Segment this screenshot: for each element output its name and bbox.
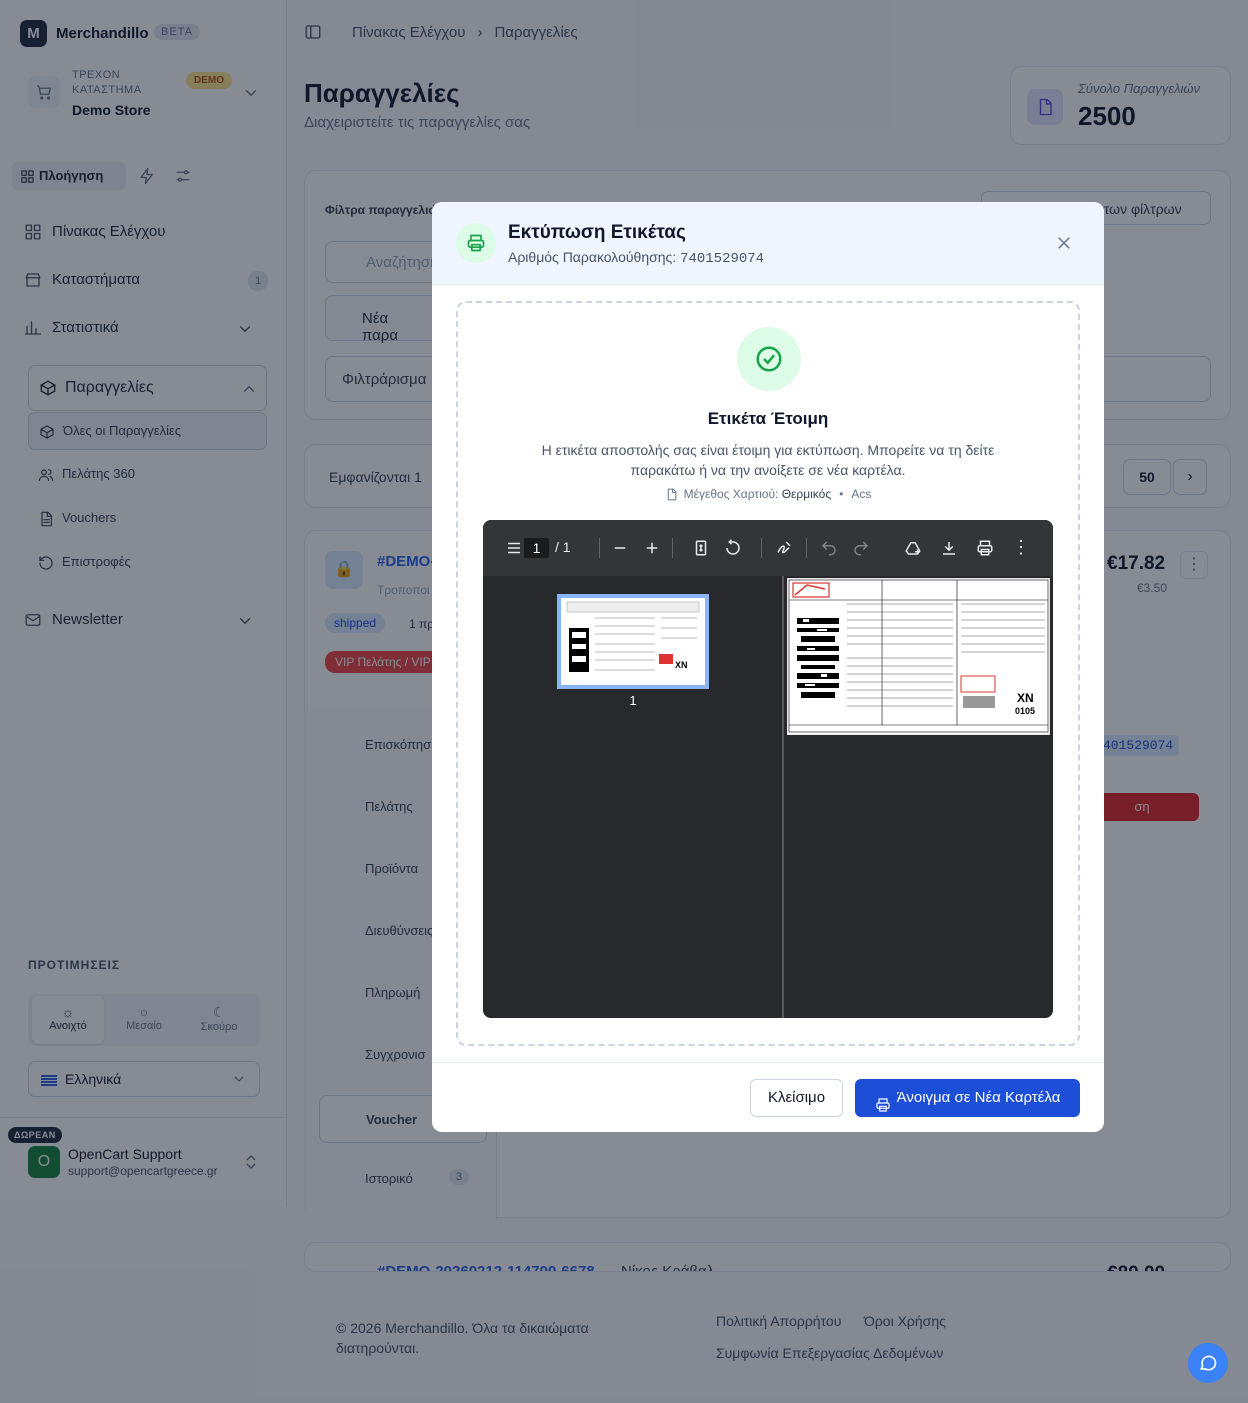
pdf-viewer[interactable]: 1 / 1 ⋮ XN 1 XN 0105	[483, 520, 1053, 1018]
svg-text:0105: 0105	[1015, 706, 1035, 716]
menu-icon[interactable]	[505, 539, 523, 557]
paper-size-label: Μέγεθος Χαρτιού:	[683, 487, 779, 501]
svg-text:XN: XN	[675, 660, 688, 670]
dialog-header: Εκτύπωση Ετικέτας Αριθμός Παρακολούθησης…	[432, 202, 1104, 285]
chat-button[interactable]	[1188, 1343, 1228, 1383]
tracking-label: Αριθμός Παρακολούθησης:	[508, 249, 677, 265]
print-icon[interactable]	[976, 539, 994, 557]
thumbnail-image: XN	[561, 598, 705, 685]
pdf-thumbnails: XN 1	[483, 576, 783, 1018]
ready-title: Ετικέτα Έτοιμη	[707, 409, 829, 428]
zoom-in-icon[interactable]	[643, 539, 661, 557]
printer-icon	[456, 223, 496, 263]
download-icon[interactable]	[940, 539, 958, 557]
open-new-tab-label: Άνοιγμα σε Νέα Καρτέλα	[896, 1089, 1061, 1106]
annotate-icon[interactable]	[775, 539, 793, 557]
thumbnail-page-number: 1	[629, 693, 637, 708]
undo-icon[interactable]	[820, 539, 838, 557]
carrier-name: Acs	[851, 487, 872, 501]
svg-text:XN: XN	[1017, 691, 1034, 705]
label-ready-panel: Ετικέτα Έτοιμη Η ετικέτα αποστολής σας ε…	[456, 301, 1080, 1046]
redo-icon[interactable]	[852, 539, 870, 557]
toolbar-divider	[599, 538, 600, 558]
drive-add-icon[interactable]	[904, 539, 922, 557]
toolbar-divider	[761, 538, 762, 558]
fit-page-icon[interactable]	[692, 539, 710, 557]
acs-label-image: XN 0105	[786, 577, 1051, 736]
toolbar-divider	[806, 538, 807, 558]
page-number-input[interactable]: 1	[524, 538, 549, 558]
shipping-label-page: XN 0105	[786, 577, 1051, 736]
page-total: / 1	[555, 539, 571, 555]
check-circle-icon	[737, 327, 801, 391]
rotate-icon[interactable]	[724, 539, 742, 557]
close-icon[interactable]	[1052, 231, 1076, 255]
dialog-footer: Κλείσιμο Άνοιγμα σε Νέα Καρτέλα	[432, 1062, 1104, 1132]
close-button[interactable]: Κλείσιμο	[750, 1079, 843, 1117]
tracking-line: Αριθμός Παρακολούθησης: 7401529074	[508, 249, 764, 267]
pdf-toolbar: 1 / 1 ⋮	[483, 520, 1053, 576]
label-meta: Μέγεθος Χαρτιού: Θερμικός • Acs	[458, 487, 1078, 501]
print-label-dialog: Εκτύπωση Ετικέτας Αριθμός Παρακολούθησης…	[432, 202, 1104, 1132]
ready-description: Η ετικέτα αποστολής σας είναι έτοιμη για…	[541, 442, 995, 478]
tracking-number: 7401529074	[680, 251, 765, 267]
zoom-out-icon[interactable]	[611, 539, 629, 557]
pdf-page-area: XN 0105	[784, 576, 1053, 1018]
toolbar-divider	[672, 538, 673, 558]
file-icon	[665, 488, 678, 501]
paper-size-value: Θερμικός	[781, 487, 832, 501]
chat-icon	[1200, 1355, 1217, 1371]
open-new-tab-button[interactable]: Άνοιγμα σε Νέα Καρτέλα	[855, 1079, 1080, 1117]
printer-icon	[875, 1090, 891, 1112]
page-thumbnail[interactable]: XN	[557, 594, 709, 689]
more-vert-icon[interactable]: ⋮	[1012, 538, 1030, 557]
dialog-title: Εκτύπωση Ετικέτας	[508, 222, 686, 243]
